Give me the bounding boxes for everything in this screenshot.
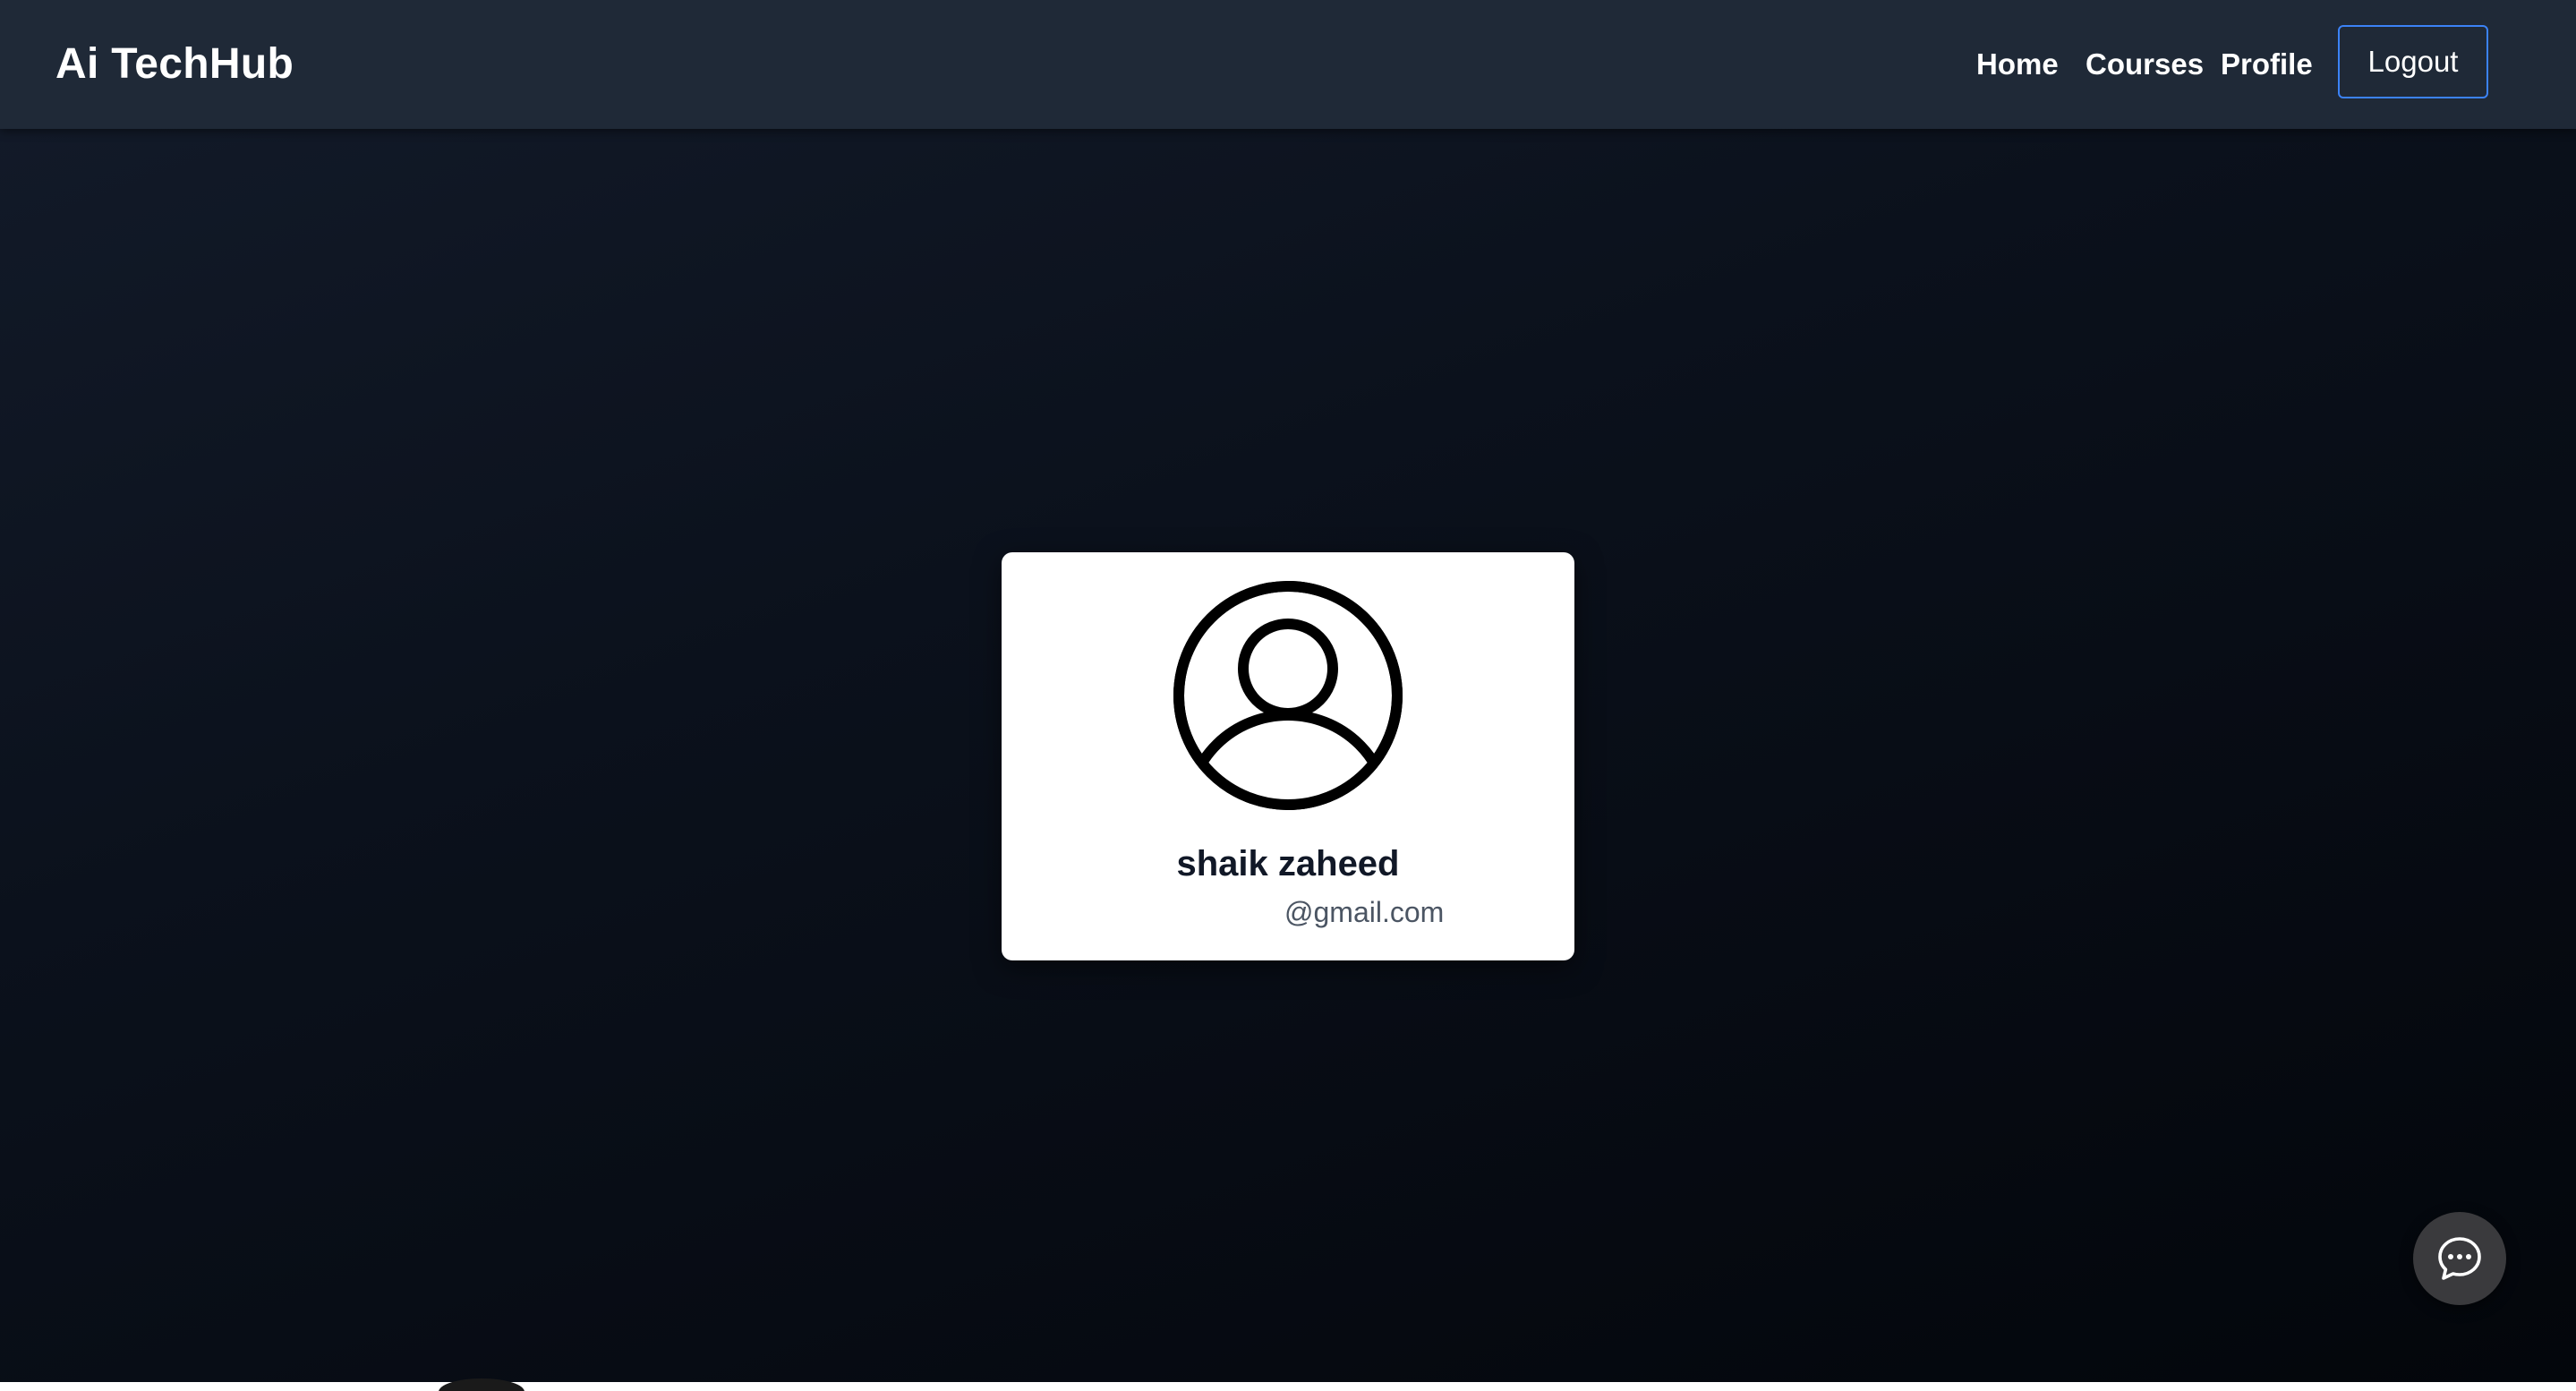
nav-link-home[interactable]: Home <box>1976 45 2059 84</box>
chat-button[interactable] <box>2413 1212 2506 1305</box>
profile-card: shaik zaheed @gmail.com <box>1002 552 1574 960</box>
user-circle-icon <box>1173 581 1403 810</box>
profile-page: Ai TechHub Home Courses Profile Logout s… <box>0 0 2576 1391</box>
nav-link-courses[interactable]: Courses <box>2086 45 2204 84</box>
chat-bubble-icon <box>2438 1237 2481 1280</box>
bottom-edge-strip <box>0 1382 2576 1391</box>
logout-button[interactable]: Logout <box>2338 25 2488 98</box>
profile-name: shaik zaheed <box>1176 844 1400 883</box>
top-navbar: Ai TechHub Home Courses Profile Logout <box>0 0 2576 129</box>
nav-link-profile[interactable]: Profile <box>2221 45 2313 84</box>
brand-logo-text[interactable]: Ai TechHub <box>55 36 294 93</box>
bottom-edge-element <box>439 1378 525 1391</box>
profile-email: @gmail.com <box>1284 896 1445 928</box>
